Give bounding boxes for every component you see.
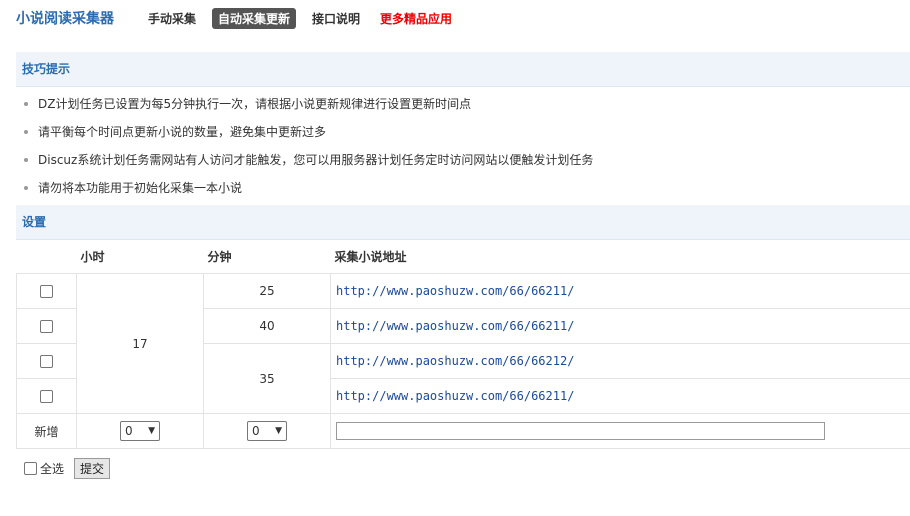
hour-select-value: 0	[125, 424, 133, 438]
new-row: 新增 0 ▼ 0 ▼	[16, 413, 910, 449]
schedule-table: 小时 分钟 采集小说地址 17 25 http://www.paoshuzw.c…	[16, 240, 910, 449]
novel-url-link[interactable]: http://www.paoshuzw.com/66/66211/	[336, 319, 574, 333]
tip-text: DZ计划任务已设置为每5分钟执行一次，请根据小说更新规律进行设置更新时间点	[38, 97, 472, 111]
tab-manual-collect[interactable]: 手动采集	[144, 8, 200, 29]
tip-text: 请勿将本功能用于初始化采集一本小说	[38, 181, 243, 195]
submit-button[interactable]: 提交	[74, 458, 111, 479]
row-checkbox[interactable]	[40, 390, 53, 403]
row-select-cell	[16, 308, 77, 344]
row-checkbox[interactable]	[40, 285, 53, 298]
row-select-cell	[16, 273, 77, 309]
url-cell: http://www.paoshuzw.com/66/66212/	[330, 343, 910, 379]
tip-item: Discuz系统计划任务需网站有人访问才能触发，您可以用服务器计划任务定时访问网…	[24, 146, 593, 174]
chevron-down-icon: ▼	[148, 426, 155, 436]
table-row: 17 25 http://www.paoshuzw.com/66/66211/	[16, 273, 910, 414]
tip-item: DZ计划任务已设置为每5分钟执行一次，请根据小说更新规律进行设置更新时间点	[24, 90, 593, 118]
tip-item: 请勿将本功能用于初始化采集一本小说	[24, 174, 593, 202]
select-all-checkbox[interactable]	[24, 462, 37, 475]
tab-auto-update[interactable]: 自动采集更新	[212, 8, 297, 29]
novel-url-link[interactable]: http://www.paoshuzw.com/66/66211/	[336, 389, 574, 403]
form-footer: 全选 提交	[24, 458, 111, 479]
table-header-row: 小时 分钟 采集小说地址	[17, 240, 910, 274]
settings-section-title: 设置	[16, 205, 910, 240]
nav-tabs: 手动采集 自动采集更新 接口说明 更多精品应用	[144, 8, 468, 29]
novel-url-link[interactable]: http://www.paoshuzw.com/66/66212/	[336, 354, 574, 368]
bullet-icon	[24, 101, 28, 106]
tab-more-apps[interactable]: 更多精品应用	[376, 8, 456, 29]
novel-url-link[interactable]: http://www.paoshuzw.com/66/66211/	[336, 284, 574, 298]
hour-select[interactable]: 0 ▼	[120, 421, 160, 441]
minute-cell: 35	[203, 343, 331, 414]
new-url-input[interactable]	[336, 422, 825, 440]
bullet-icon	[24, 157, 28, 162]
url-cell: http://www.paoshuzw.com/66/66211/	[330, 378, 910, 414]
tip-text: 请平衡每个时间点更新小说的数量，避免集中更新过多	[38, 125, 327, 139]
new-row-label: 新增	[16, 413, 77, 449]
new-minute-cell: 0 ▼	[203, 413, 331, 449]
tips-list: DZ计划任务已设置为每5分钟执行一次，请根据小说更新规律进行设置更新时间点 请平…	[24, 90, 593, 202]
col-header-minute: 分钟	[207, 250, 232, 264]
bullet-icon	[24, 129, 28, 134]
new-hour-cell: 0 ▼	[76, 413, 204, 449]
minute-cell: 40	[203, 308, 331, 344]
top-nav-bar: 小说阅读采集器 手动采集 自动采集更新 接口说明 更多精品应用	[0, 0, 910, 36]
tips-section-title: 技巧提示	[16, 52, 910, 87]
new-url-cell	[330, 413, 910, 449]
row-select-cell	[16, 343, 77, 379]
app-title: 小说阅读采集器	[16, 11, 114, 27]
row-select-cell	[16, 378, 77, 414]
row-checkbox[interactable]	[40, 355, 53, 368]
tip-text: Discuz系统计划任务需网站有人访问才能触发，您可以用服务器计划任务定时访问网…	[38, 153, 594, 167]
minute-cell: 25	[203, 273, 331, 309]
bullet-icon	[24, 185, 28, 190]
col-header-url: 采集小说地址	[334, 250, 407, 264]
url-cell: http://www.paoshuzw.com/66/66211/	[330, 308, 910, 344]
tip-item: 请平衡每个时间点更新小说的数量，避免集中更新过多	[24, 118, 593, 146]
url-cell: http://www.paoshuzw.com/66/66211/	[330, 273, 910, 309]
tab-api-docs[interactable]: 接口说明	[308, 8, 364, 29]
select-all-label[interactable]: 全选	[40, 460, 64, 477]
col-header-hour: 小时	[80, 250, 105, 264]
hour-cell: 17	[76, 273, 204, 414]
minute-select[interactable]: 0 ▼	[247, 421, 287, 441]
col-header-select	[17, 240, 77, 274]
row-checkbox[interactable]	[40, 320, 53, 333]
schedule-table-wrap: 小时 分钟 采集小说地址 17 25 http://www.paoshuzw.c…	[16, 240, 910, 449]
minute-select-value: 0	[252, 424, 260, 438]
chevron-down-icon: ▼	[275, 426, 282, 436]
